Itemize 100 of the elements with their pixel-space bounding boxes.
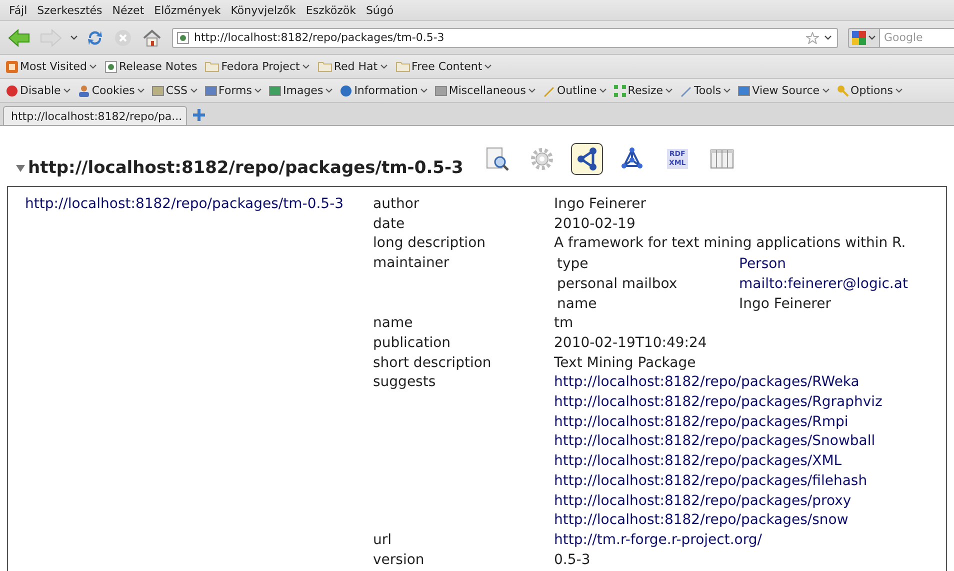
settings-icon: [529, 146, 556, 172]
caret-icon: [136, 88, 145, 94]
menu-item[interactable]: Könyvjelzők: [226, 4, 301, 16]
property-name: type: [557, 255, 590, 274]
search-field[interactable]: Google: [880, 28, 954, 48]
bookmark-item[interactable]: Fedora Project: [205, 60, 310, 73]
reload-icon[interactable]: [86, 28, 104, 46]
property-link[interactable]: http://localhost:8182/repo/packages/Rgraphviz: [554, 393, 908, 413]
property-link[interactable]: http://localhost:8182/repo/packages/RWeka: [554, 373, 908, 394]
property-name: author: [373, 195, 420, 214]
property-name: version: [373, 550, 426, 570]
caret-icon: [528, 88, 536, 94]
toolbar-menu[interactable]: Forms: [204, 84, 262, 97]
star-icon[interactable]: [806, 32, 819, 44]
resource-title: http://localhost:8182/repo/packages/tm-0.5-3: [28, 158, 464, 178]
property-name: suggests: [373, 373, 437, 392]
page-icon: [177, 32, 189, 44]
property-name: date: [373, 214, 406, 234]
caret-icon[interactable]: [824, 34, 832, 40]
property-link[interactable]: http://localhost:8182/repo/packages/Rmpi: [554, 412, 908, 432]
home-icon[interactable]: [142, 28, 162, 46]
caret-icon: [190, 88, 198, 94]
property-name: long description: [373, 234, 487, 254]
images-icon: [269, 84, 281, 96]
resize-icon: [614, 84, 626, 96]
folder-icon: [205, 61, 220, 72]
property-value: 2010-02-19T10:49:24: [554, 334, 708, 353]
caret-icon: [62, 88, 71, 94]
toolbar-menu[interactable]: Disable: [6, 84, 71, 97]
menu-item[interactable]: Eszközök: [300, 4, 361, 16]
property-link[interactable]: http://localhost:8182/repo/packages/proxy: [554, 492, 908, 512]
menu-item[interactable]: Súgó: [360, 4, 399, 16]
property-link[interactable]: http://tm.r-forge.r-project.org/: [554, 530, 908, 551]
search-engine-icon: [852, 30, 866, 44]
caret-icon: [868, 34, 876, 40]
caret-icon: [302, 64, 310, 70]
property-link[interactable]: http://localhost:8182/repo/packages/Snowball: [554, 432, 908, 452]
bookmark-item[interactable]: Free Content: [396, 60, 492, 73]
address-field[interactable]: http://localhost:8182/repo/packages/tm-0.5-3: [172, 28, 838, 48]
bookmark-item[interactable]: Most Visited: [6, 60, 97, 73]
caret-icon: [88, 64, 97, 70]
property-name: publication: [373, 334, 452, 353]
toolbar-menu[interactable]: Information: [340, 84, 428, 97]
folder-icon: [396, 61, 410, 72]
outline-icon: [543, 84, 555, 96]
source-icon: [738, 84, 750, 96]
tools-icon: [680, 84, 692, 96]
back-arrow-icon[interactable]: [8, 28, 30, 46]
property-link[interactable]: Person: [739, 255, 908, 275]
page-icon: [104, 60, 117, 72]
bookmark-item[interactable]: Red Hat: [318, 60, 388, 73]
property-name: name: [557, 294, 598, 314]
info-icon: [340, 84, 352, 96]
property-name: personal mailbox: [557, 274, 678, 294]
menu-item[interactable]: Előzmények: [149, 4, 226, 16]
toolbar-menu[interactable]: Options: [836, 84, 903, 97]
toolbar-menu[interactable]: CSS: [152, 84, 198, 97]
menu-item[interactable]: Szerkesztés: [32, 4, 108, 16]
magnifier-page-icon: [484, 146, 510, 172]
folder-icon: [318, 61, 332, 72]
property-name: maintainer: [373, 254, 450, 274]
caret-icon: [822, 88, 830, 94]
bookmark-item[interactable]: Release Notes: [104, 60, 198, 73]
graph-view-button[interactable]: [571, 142, 604, 174]
property-link[interactable]: http://localhost:8182/repo/packages/XML: [554, 452, 908, 472]
property-link[interactable]: http://localhost:8182/repo/packages/snow: [554, 511, 908, 531]
toolbar-menu[interactable]: Resize: [614, 84, 674, 97]
toolbar-menu[interactable]: Images: [269, 84, 334, 97]
property-value: Text Mining Package: [554, 354, 697, 373]
property-name: name: [373, 314, 414, 334]
feed-icon: [6, 60, 18, 72]
caret-icon: [665, 88, 674, 94]
property-name: url: [373, 530, 393, 550]
caret-icon: [598, 88, 607, 94]
property-value: A framework for text mining applications within R.: [554, 234, 907, 254]
toolbar-menu[interactable]: Tools: [680, 84, 732, 97]
menu-item[interactable]: Fájl: [4, 4, 32, 16]
css-icon: [152, 84, 164, 96]
collapse-triangle-icon[interactable]: [16, 164, 25, 172]
network-icon: [619, 146, 646, 172]
toolbar-menu[interactable]: Miscellaneous: [434, 84, 536, 97]
caret-icon: [723, 88, 732, 94]
toolbar-menu[interactable]: View Source: [738, 84, 830, 97]
property-name: short description: [373, 354, 492, 373]
history-caret-icon[interactable]: [70, 34, 78, 40]
options-icon: [836, 84, 849, 96]
cookies-icon: [78, 84, 90, 96]
subject-link[interactable]: http://localhost:8182/repo/packages/tm-0.5-3: [25, 195, 373, 215]
property-link[interactable]: mailto:feinerer@logic.at: [739, 274, 908, 295]
new-tab-icon[interactable]: [193, 109, 205, 121]
caret-icon: [484, 64, 492, 70]
property-link[interactable]: http://localhost:8182/repo/packages/filehash: [554, 472, 908, 492]
browser-tab[interactable]: http://localhost:8182/repo/pa...: [3, 106, 187, 125]
toolbar-menu[interactable]: Outline: [543, 84, 607, 97]
property-value: Ingo Feinerer: [554, 195, 647, 214]
search-engine-button[interactable]: [848, 28, 880, 48]
property-value: Ingo Feinerer: [739, 294, 832, 314]
toolbar-menu[interactable]: Cookies: [78, 84, 145, 97]
caret-icon: [895, 88, 903, 94]
menu-item[interactable]: Nézet: [107, 4, 150, 16]
